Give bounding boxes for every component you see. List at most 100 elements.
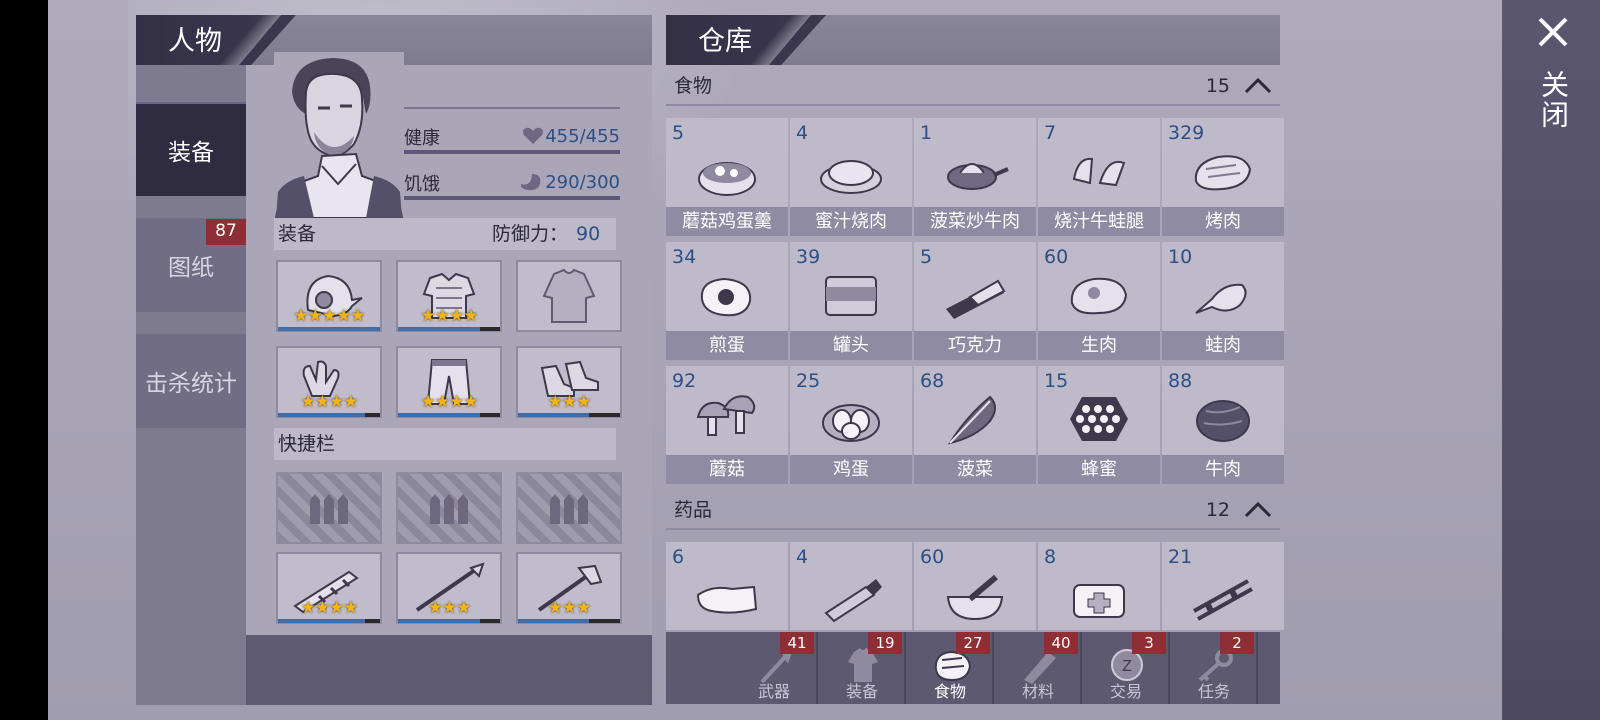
item-name: 巧克力 xyxy=(914,331,1036,360)
footer-tab-badge: 3 xyxy=(1132,632,1166,654)
honeycomb-icon xyxy=(1070,397,1128,441)
medicine-category-header[interactable]: 药品 12 xyxy=(666,490,1280,530)
bat-durability-bar xyxy=(278,619,380,623)
spinach-icon xyxy=(947,395,996,445)
fried-egg-icon xyxy=(700,277,752,317)
footer-tab[interactable]: 19 装备 xyxy=(820,632,906,704)
equip-slot-shirt[interactable] xyxy=(516,260,622,332)
food-category-label: 食物 xyxy=(674,75,713,97)
equip-slot-helmet[interactable]: ★★★★★ xyxy=(276,260,382,332)
medicine-item[interactable]: 8 xyxy=(1038,542,1160,630)
soup-bowl-icon xyxy=(698,162,756,196)
quickbar-slot-3[interactable] xyxy=(516,472,622,544)
medicine-item[interactable]: 4 xyxy=(790,542,912,630)
food-item[interactable]: 329 烤肉 xyxy=(1162,118,1284,236)
quickbar-section-bar: 快捷栏 xyxy=(274,428,616,460)
equip-slot-armor[interactable]: ★★★★ xyxy=(396,260,502,332)
food-category-header[interactable]: 食物 15 xyxy=(666,66,1280,106)
gloves-durability-fill xyxy=(278,413,365,417)
medicine-category-count: 12 xyxy=(1205,499,1230,521)
close-label[interactable]: 关闭 xyxy=(1536,70,1570,130)
food-item[interactable]: 92 蘑菇 xyxy=(666,366,788,484)
axe-durability-fill xyxy=(518,619,590,623)
frog-legs-icon xyxy=(1072,157,1126,187)
bat-durability-fill xyxy=(278,619,365,623)
footer-tab-badge: 41 xyxy=(780,632,814,654)
quickbar-slot-5[interactable]: ★★★ xyxy=(396,552,502,624)
mushroom-icon xyxy=(696,395,756,436)
equipment-section-bar: 装备 防御力： 90 xyxy=(274,218,616,250)
item-quantity: 8 xyxy=(1044,546,1057,568)
footer-tab-label: 武器 xyxy=(757,682,790,701)
health-label: 健康 xyxy=(404,128,440,149)
item-quantity: 4 xyxy=(796,122,809,144)
equip-slot-pants[interactable]: ★★★★ xyxy=(396,346,502,418)
stats-divider xyxy=(404,107,620,109)
food-item[interactable]: 88 牛肉 xyxy=(1162,366,1284,484)
footer-tab-badge: 19 xyxy=(868,632,902,654)
footer-tab[interactable]: Z 3 交易 xyxy=(1084,632,1170,704)
footer-tab[interactable]: 2 任务 xyxy=(1172,632,1258,704)
food-item[interactable]: 34 煎蛋 xyxy=(666,242,788,360)
armor-durability-fill xyxy=(398,327,480,331)
hunger-bar xyxy=(404,196,620,200)
heart-icon xyxy=(522,127,544,144)
frog-meat-icon xyxy=(1195,283,1247,314)
footer-tab-label: 交易 xyxy=(1109,682,1142,701)
raw-meat-icon xyxy=(1070,277,1128,315)
health-stat: 健康 455/455 xyxy=(404,124,620,149)
medicine-item[interactable]: 60 xyxy=(914,542,1036,630)
helmet-stars: ★★★★★ xyxy=(293,306,365,326)
quickbar-slot-4[interactable]: ★★★★ xyxy=(276,552,382,624)
food-item[interactable]: 5 巧克力 xyxy=(914,242,1036,360)
can-icon xyxy=(825,276,877,316)
medicine-item[interactable]: 21 xyxy=(1162,542,1284,630)
quickbar-slot-2[interactable] xyxy=(396,472,502,544)
food-item[interactable]: 10 蛙肉 xyxy=(1162,242,1284,360)
chevron-up-icon[interactable] xyxy=(1242,70,1274,102)
food-item[interactable]: 7 烧汁牛蛙腿 xyxy=(1038,118,1160,236)
food-item[interactable]: 15 蜂蜜 xyxy=(1038,366,1160,484)
shoes-durability-bar xyxy=(518,413,620,417)
footer-tab[interactable]: 40 材料 xyxy=(996,632,1082,704)
food-category-count: 15 xyxy=(1205,75,1230,97)
pants-durability-bar xyxy=(398,413,500,417)
item-name: 罐头 xyxy=(790,331,912,360)
food-item[interactable]: 39 罐头 xyxy=(790,242,912,360)
tab-kill-stats[interactable]: 击杀统计 xyxy=(136,334,246,428)
beef-icon xyxy=(1196,400,1250,442)
equip-slot-gloves[interactable]: ★★★★ xyxy=(276,346,382,418)
health-bar xyxy=(404,150,620,154)
equipment-section-label: 装备 xyxy=(278,223,317,245)
item-name: 菠菜 xyxy=(914,455,1036,484)
item-name: 牛肉 xyxy=(1162,455,1284,484)
medicine-item[interactable]: 6 xyxy=(666,542,788,630)
tab-equipment[interactable]: 装备 xyxy=(136,102,246,196)
food-item[interactable]: 1 菠菜炒牛肉 xyxy=(914,118,1036,236)
item-name: 生肉 xyxy=(1038,331,1160,360)
warehouse-panel-header: 仓库 xyxy=(666,15,1280,65)
equip-slot-shoes[interactable]: ★★★ xyxy=(516,346,622,418)
chocolate-icon xyxy=(946,279,1006,319)
food-item[interactable]: 60 生肉 xyxy=(1038,242,1160,360)
tab-equipment-label: 装备 xyxy=(168,140,214,166)
food-item[interactable]: 5 蘑菇鸡蛋羹 xyxy=(666,118,788,236)
item-name: 蜜汁烧肉 xyxy=(790,207,912,236)
item-quantity: 5 xyxy=(672,122,685,144)
close-icon[interactable] xyxy=(1537,16,1569,48)
chevron-up-icon[interactable] xyxy=(1242,494,1274,526)
item-name: 蛙肉 xyxy=(1162,331,1284,360)
quickbar-slot-6[interactable]: ★★★ xyxy=(516,552,622,624)
shirt-icon xyxy=(542,268,596,323)
footer-tab[interactable]: 41 武器 xyxy=(732,632,818,704)
helmet-durability-fill xyxy=(278,327,380,331)
food-item[interactable]: 68 菠菜 xyxy=(914,366,1036,484)
food-item[interactable]: 25 鸡蛋 xyxy=(790,366,912,484)
armor-stars: ★★★★ xyxy=(420,306,479,326)
quickbar-slot-1[interactable] xyxy=(276,472,382,544)
medicine-category-label: 药品 xyxy=(674,499,713,521)
footer-tab[interactable]: 27 食物 xyxy=(908,632,994,704)
food-item[interactable]: 4 蜜汁烧肉 xyxy=(790,118,912,236)
item-quantity: 6 xyxy=(672,546,685,568)
glazed-meat-icon xyxy=(820,160,882,194)
